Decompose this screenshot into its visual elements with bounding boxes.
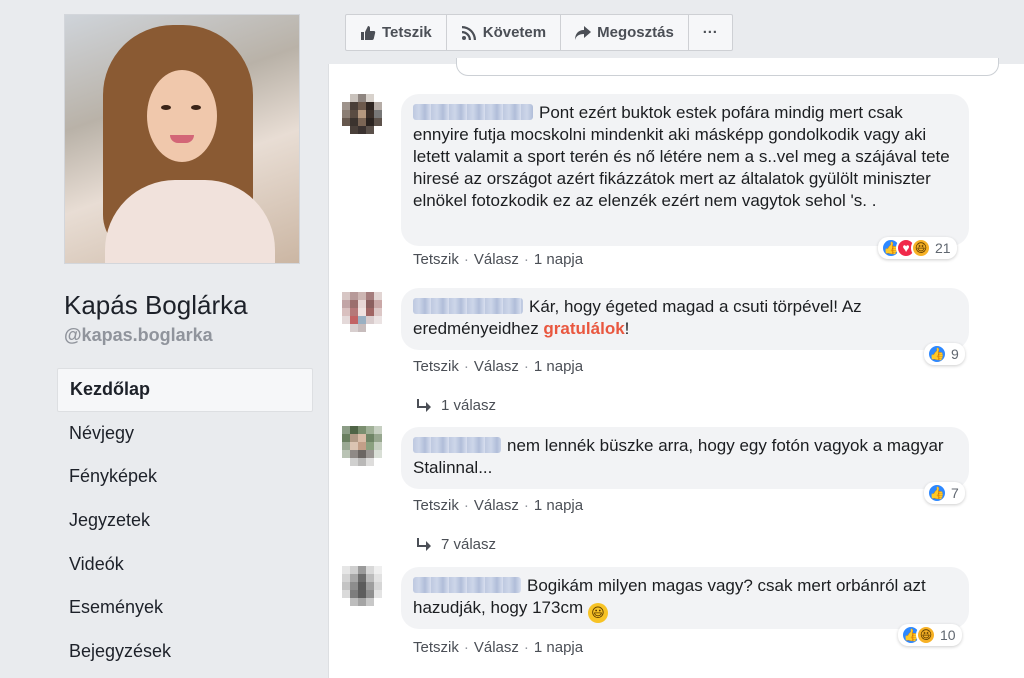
nav-item-videok[interactable]: Videók xyxy=(57,542,313,586)
share-arrow-icon xyxy=(575,25,592,40)
reaction-count: 21 xyxy=(935,240,951,256)
comment-reply-link[interactable]: Válasz xyxy=(474,497,519,514)
reaction-count: 7 xyxy=(951,485,959,501)
nav-item-esemenyek[interactable]: Események xyxy=(57,586,313,630)
comment-highlight-link[interactable]: gratulálok xyxy=(543,319,624,338)
replies-count: 1 válasz xyxy=(441,397,497,414)
comment-text-end: ! xyxy=(624,319,630,338)
page-name[interactable]: Kapás Boglárka xyxy=(64,290,248,321)
replies-count: 7 válasz xyxy=(441,536,497,553)
reaction-count: 9 xyxy=(951,346,959,362)
nav-item-kezdolap[interactable]: Kezdőlap xyxy=(57,368,313,412)
commenter-name-blurred[interactable] xyxy=(413,104,533,120)
comment-reply-link[interactable]: Válasz xyxy=(474,639,519,656)
commenter-avatar[interactable] xyxy=(342,292,382,332)
thumbs-up-icon xyxy=(361,25,376,40)
haha-reaction-icon: 😆 xyxy=(916,625,936,645)
comment-like-link[interactable]: Tetszik xyxy=(413,639,459,656)
grinning-emoji-icon: 😃 xyxy=(587,603,608,623)
page-nav: Kezdőlap Névjegy Fényképek Jegyzetek Vid… xyxy=(57,368,313,673)
nav-item-fenykepek[interactable]: Fényképek xyxy=(57,455,313,499)
comment-bubble: nem lennék büszke arra, hogy egy fotón v… xyxy=(401,427,969,489)
commenter-name-blurred[interactable] xyxy=(413,298,523,314)
commenter-avatar[interactable] xyxy=(342,426,382,466)
left-column: Kapás Boglárka @kapas.boglarka Kezdőlap … xyxy=(0,0,328,678)
comment-actions: Tetszik · Válasz · 1 napja xyxy=(413,639,584,656)
reaction-summary[interactable]: 👍 😆 10 xyxy=(898,624,962,646)
more-options-icon: ··· xyxy=(702,24,718,41)
page-handle[interactable]: @kapas.boglarka xyxy=(64,325,213,346)
page-action-bar: Tetszik Követem Megosztás ··· xyxy=(345,14,733,51)
comment-timestamp[interactable]: 1 napja xyxy=(534,251,583,268)
comment-bubble: Pont ezért buktok estek pofára mindig me… xyxy=(401,94,969,246)
view-replies-link[interactable]: 7 válasz xyxy=(415,536,496,553)
view-replies-link[interactable]: 1 válasz xyxy=(415,397,496,414)
profile-photo[interactable] xyxy=(64,14,300,264)
like-page-button[interactable]: Tetszik xyxy=(346,15,447,50)
like-page-label: Tetszik xyxy=(382,24,432,41)
commenter-name-blurred[interactable] xyxy=(413,577,521,593)
nav-item-bejegyzesek[interactable]: Bejegyzések xyxy=(57,630,313,674)
follow-label: Követem xyxy=(482,24,547,41)
haha-reaction-icon: 😆 xyxy=(911,238,931,258)
like-reaction-icon: 👍 xyxy=(927,344,947,364)
comment-like-link[interactable]: Tetszik xyxy=(413,251,459,268)
commenter-avatar[interactable] xyxy=(342,566,382,606)
comment-actions: Tetszik · Válasz · 1 napja xyxy=(413,251,584,268)
share-button[interactable]: Megosztás xyxy=(561,15,689,50)
comment-like-link[interactable]: Tetszik xyxy=(413,497,459,514)
nav-item-nevjegy[interactable]: Névjegy xyxy=(57,412,313,456)
comment-box-edge xyxy=(456,58,999,76)
comment-bubble: Kár, hogy égeted magad a csuti törpével!… xyxy=(401,288,969,350)
comment-reply-link[interactable]: Válasz xyxy=(474,251,519,268)
like-reaction-icon: 👍 xyxy=(927,483,947,503)
comment-bubble: Bogikám milyen magas vagy? csak mert orb… xyxy=(401,567,969,629)
more-options-button[interactable]: ··· xyxy=(689,15,732,50)
reaction-summary[interactable]: 👍 ♥ 😆 21 xyxy=(878,237,957,259)
nav-item-jegyzetek[interactable]: Jegyzetek xyxy=(57,499,313,543)
share-label: Megosztás xyxy=(597,24,674,41)
comment-timestamp[interactable]: 1 napja xyxy=(534,497,583,514)
reply-arrow-icon xyxy=(417,398,431,412)
follow-button[interactable]: Követem xyxy=(447,15,562,50)
comment-reply-link[interactable]: Válasz xyxy=(474,358,519,375)
reaction-summary[interactable]: 👍 9 xyxy=(924,343,965,365)
reaction-count: 10 xyxy=(940,627,956,643)
comments-feed: Pont ezért buktok estek pofára mindig me… xyxy=(328,58,1024,678)
comment-like-link[interactable]: Tetszik xyxy=(413,358,459,375)
commenter-name-blurred[interactable] xyxy=(413,437,501,453)
commenter-avatar[interactable] xyxy=(342,94,382,134)
reply-arrow-icon xyxy=(417,537,431,551)
rss-icon xyxy=(461,25,476,40)
comment-timestamp[interactable]: 1 napja xyxy=(534,639,583,656)
comment-actions: Tetszik · Válasz · 1 napja xyxy=(413,497,584,514)
reaction-summary[interactable]: 👍 7 xyxy=(924,482,965,504)
comment-actions: Tetszik · Válasz · 1 napja xyxy=(413,358,584,375)
comment-timestamp[interactable]: 1 napja xyxy=(534,358,583,375)
